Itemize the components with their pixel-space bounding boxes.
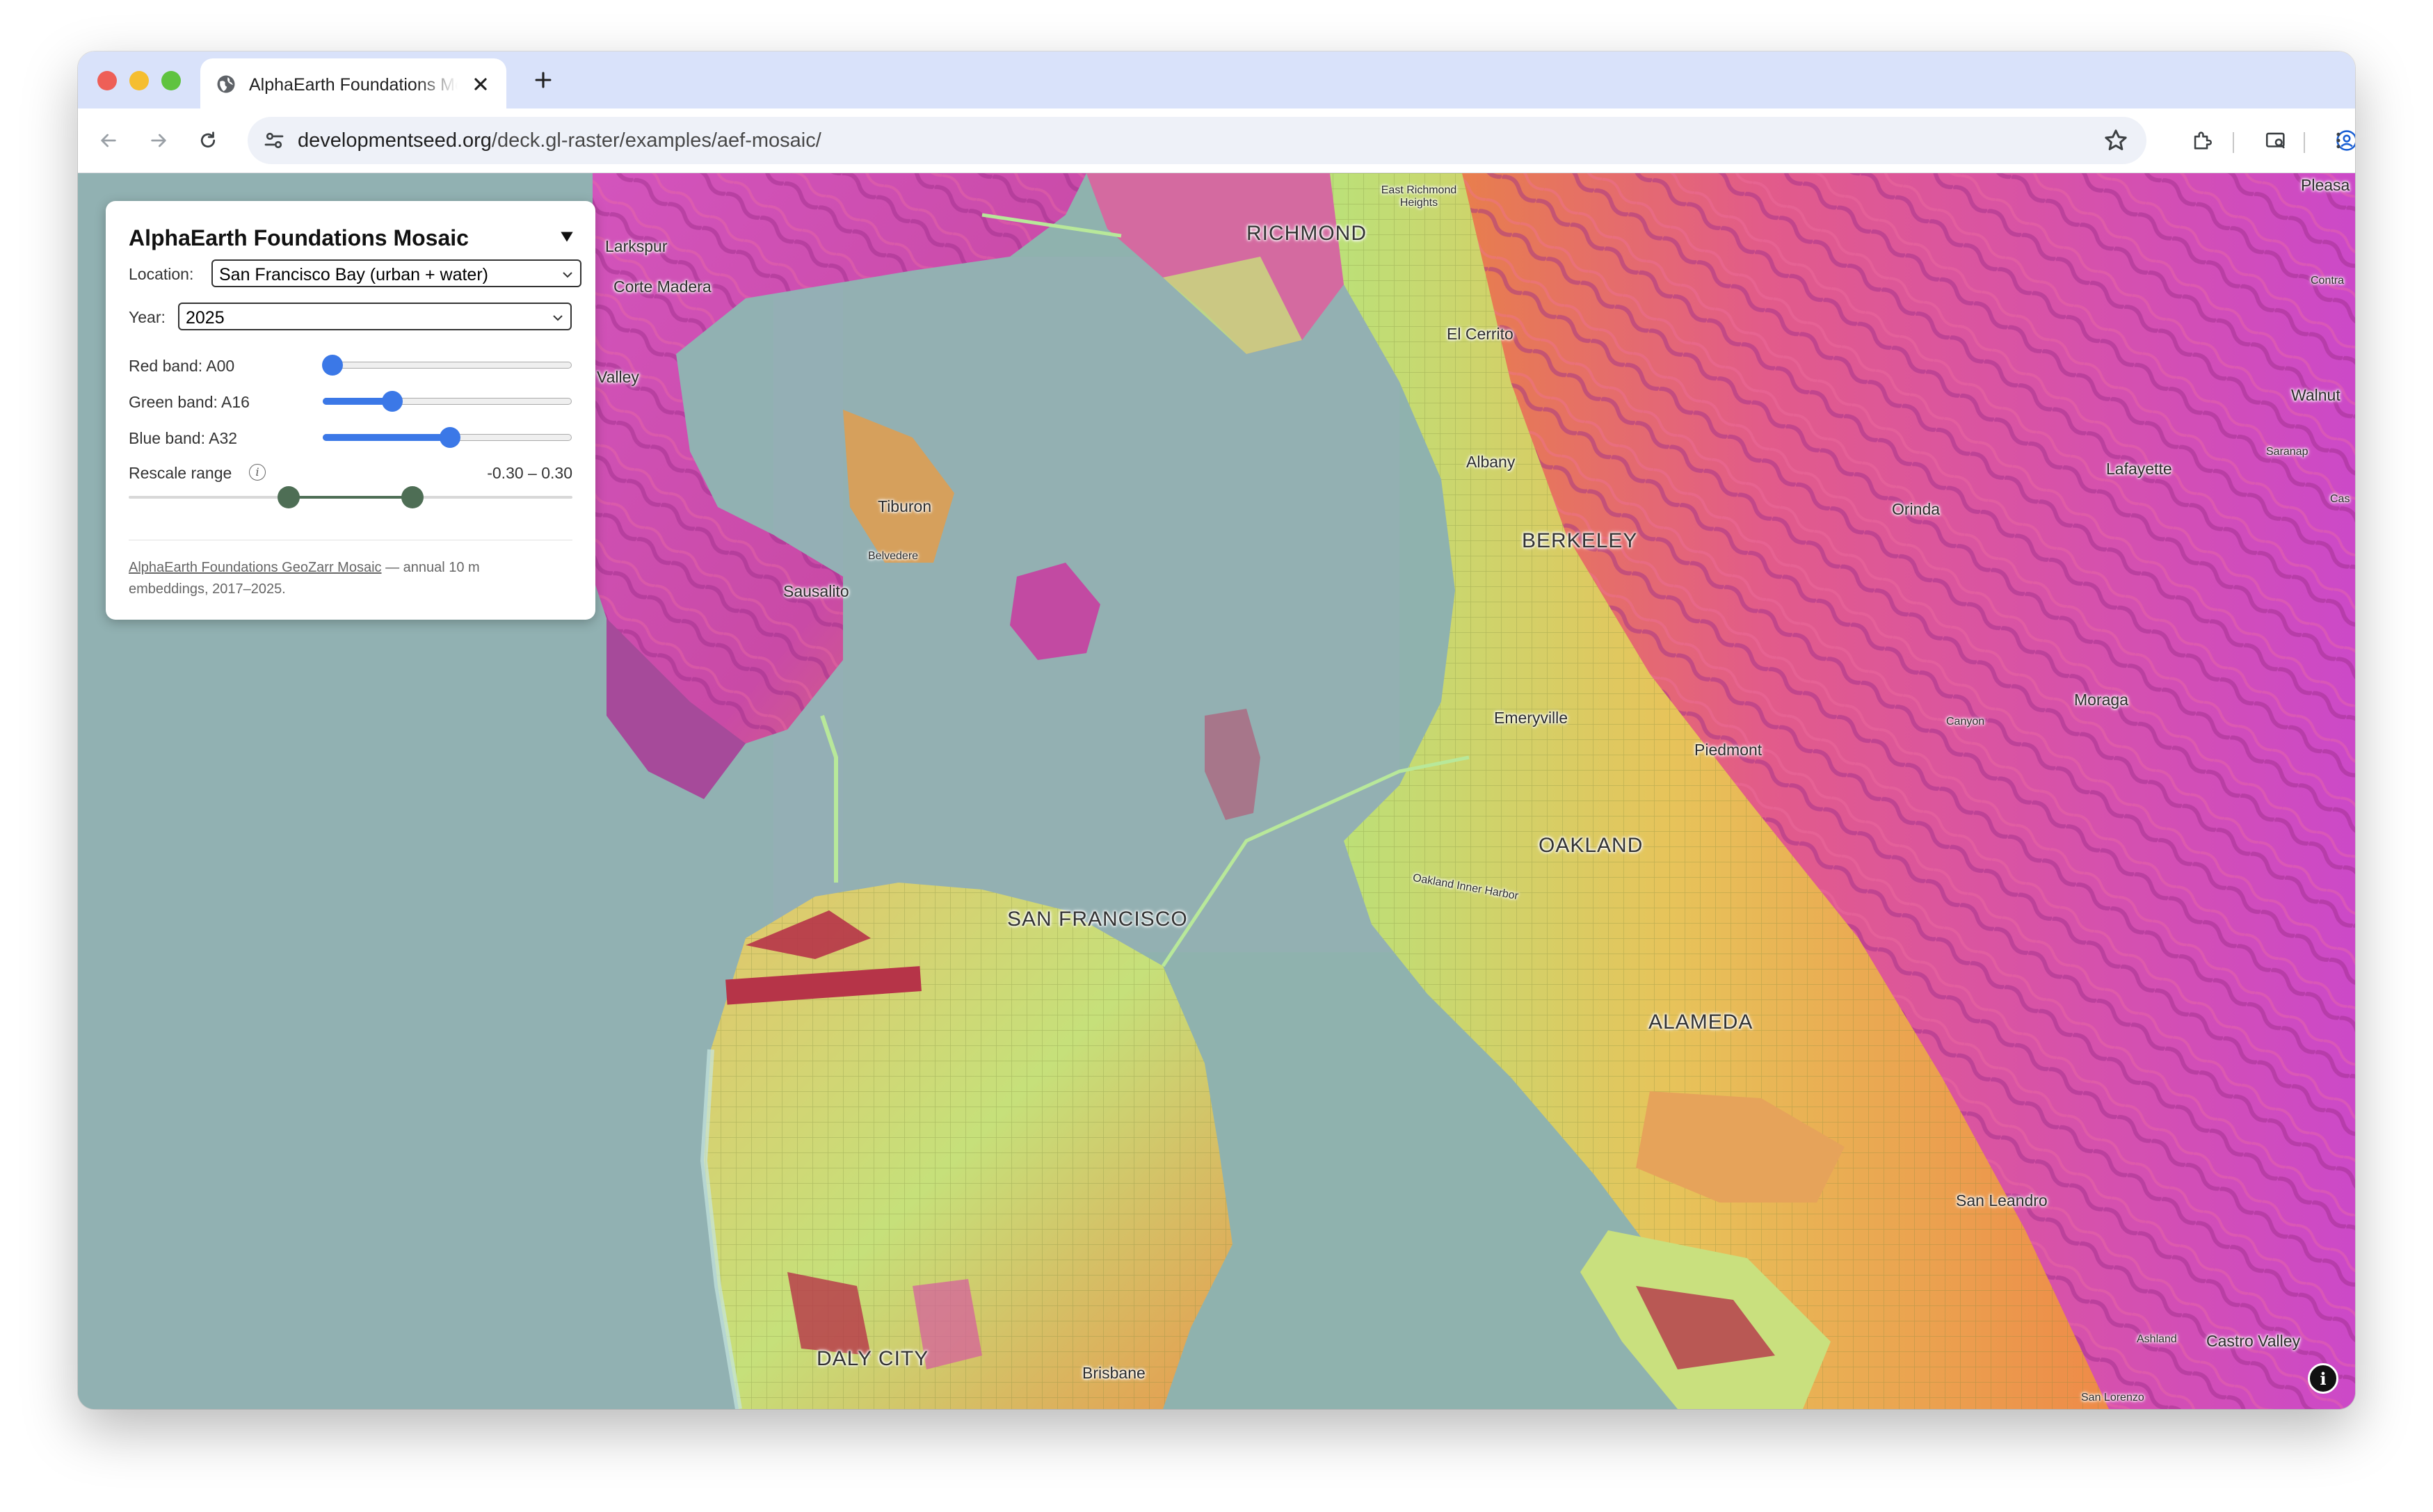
map-label-alameda: ALAMEDA	[1648, 1011, 1753, 1034]
map-label-canyon: Canyon	[1946, 716, 1985, 727]
rescale-range-label: Rescale range	[129, 464, 232, 482]
browser-window: AlphaEarth Foundations Mosaic de	[78, 51, 2355, 1409]
window-minimize-button[interactable]	[129, 71, 149, 90]
slider-thumb[interactable]	[382, 391, 403, 412]
map-label-valley: Valley	[597, 368, 639, 386]
plus-icon[interactable]	[531, 68, 555, 92]
blue-band-slider[interactable]	[323, 424, 572, 451]
map-label-oakland: OAKLAND	[1539, 834, 1644, 857]
slider-track	[323, 362, 572, 369]
slider-thumb[interactable]	[439, 427, 460, 448]
green-band-label: Green band: A16	[129, 393, 250, 411]
map-label-moraga: Moraga	[2074, 691, 2128, 709]
map-label-daly-city: DALY CITY	[817, 1347, 929, 1370]
map-label-corte-madera: Corte Madera	[613, 278, 712, 296]
tab-strip: AlphaEarth Foundations Mosaic	[78, 51, 2355, 108]
map-canvas[interactable]: RICHMOND East Richmond Heights El Cerrit…	[78, 173, 2355, 1409]
forward-button[interactable]	[142, 124, 175, 157]
location-select-value: San Francisco Bay (urban + water)	[219, 265, 488, 284]
map-label-berkeley: BERKELEY	[1522, 529, 1638, 552]
panel-footer: AlphaEarth Foundations GeoZarr Mosaic — …	[129, 557, 560, 600]
range-fill	[288, 496, 413, 499]
map-label-ashland: Ashland	[2137, 1333, 2177, 1345]
attribution-info-button[interactable]: i	[2308, 1363, 2338, 1394]
map-label-san-lorenzo: San Lorenzo	[2081, 1392, 2144, 1404]
url-domain: developmentseed.org	[298, 129, 492, 152]
reload-button[interactable]	[191, 124, 225, 157]
window-close-button[interactable]	[97, 71, 117, 90]
year-label: Year:	[129, 308, 166, 326]
map-label-east-richmond-heights: East Richmond Heights	[1381, 184, 1457, 209]
toolbar-separator	[2233, 132, 2234, 153]
globe-icon	[217, 75, 235, 93]
map-label-lafayette: Lafayette	[2106, 460, 2172, 478]
map-label-saranap: Saranap	[2266, 446, 2308, 458]
map-label-orinda: Orinda	[1892, 500, 1941, 518]
panel-title: AlphaEarth Foundations Mosaic	[129, 225, 469, 250]
blue-band-label: Blue band: A32	[129, 429, 238, 447]
collapse-triangle-icon[interactable]	[558, 227, 576, 246]
range-thumb-low[interactable]	[277, 486, 300, 508]
map-label-richmond: RICHMOND	[1246, 222, 1367, 245]
address-bar[interactable]: developmentseed.org/deck.gl-raster/examp…	[248, 117, 2146, 164]
map-label-brisbane: Brisbane	[1082, 1364, 1146, 1382]
url-path: /deck.gl-raster/examples/aef-mosaic/	[491, 129, 821, 152]
info-icon: i	[2320, 1368, 2327, 1389]
tab-active[interactable]: AlphaEarth Foundations Mosaic	[200, 58, 506, 108]
location-select[interactable]: San Francisco Bay (urban + water)	[211, 259, 581, 287]
map-label-emeryville: Emeryville	[1494, 709, 1568, 727]
back-arrow-icon	[101, 134, 116, 147]
map-label-larkspur: Larkspur	[605, 237, 668, 255]
map-label-san-francisco: SAN FRANCISCO	[1007, 908, 1188, 931]
cast-button[interactable]	[2259, 124, 2293, 157]
map-label-el-cerrito: El Cerrito	[1447, 325, 1513, 343]
red-band-label: Red band: A00	[129, 357, 235, 375]
map-label-san-leandro: San Leandro	[1956, 1191, 2048, 1209]
map-label-sausalito: Sausalito	[783, 582, 849, 600]
url-text: developmentseed.org/deck.gl-raster/examp…	[298, 129, 821, 152]
map-label-albany: Albany	[1466, 453, 1516, 471]
chevron-down-icon	[553, 315, 563, 321]
map-label-cas: Cas	[2330, 493, 2350, 505]
rescale-range-value: -0.30 – 0.30	[487, 464, 572, 482]
browser-toolbar: developmentseed.org/deck.gl-raster/examp…	[78, 108, 2355, 173]
map-label-pleasant: Pleasa	[2301, 176, 2350, 194]
year-select[interactable]: 2025	[178, 303, 572, 330]
location-label: Location:	[129, 265, 194, 283]
reload-icon	[200, 131, 216, 148]
more-icon	[2336, 132, 2340, 149]
map-label-walnut: Walnut	[2291, 386, 2340, 404]
slider-fill	[323, 434, 450, 441]
rescale-range-slider[interactable]	[129, 483, 572, 510]
back-button[interactable]	[92, 124, 125, 157]
map-label-piedmont: Piedmont	[1694, 741, 1762, 759]
extensions-button[interactable]	[2185, 124, 2219, 157]
year-select-value: 2025	[186, 308, 225, 328]
map-label-tiburon: Tiburon	[878, 497, 932, 515]
star-icon[interactable]	[2102, 127, 2130, 154]
range-thumb-high[interactable]	[401, 486, 424, 508]
chevron-down-icon	[563, 272, 572, 278]
map-label-contra: Contra	[2311, 275, 2345, 287]
forward-arrow-icon	[151, 134, 166, 147]
slider-thumb[interactable]	[322, 355, 344, 376]
red-band-slider[interactable]	[322, 351, 572, 379]
toolbar-separator	[2304, 132, 2305, 153]
map-label-castro-valley: Castro Valley	[2206, 1332, 2301, 1350]
control-panel: AlphaEarth Foundations Mosaic Location: …	[106, 201, 595, 620]
window-maximize-button[interactable]	[161, 71, 181, 90]
info-icon[interactable]: i	[249, 464, 266, 481]
green-band-slider[interactable]	[323, 387, 572, 415]
extensions-icon	[2194, 131, 2212, 150]
site-info-icon[interactable]	[262, 128, 287, 153]
cast-icon	[2265, 132, 2285, 149]
more-menu-button[interactable]	[2322, 124, 2355, 157]
footer-link[interactable]: AlphaEarth Foundations GeoZarr Mosaic	[129, 560, 382, 575]
close-icon[interactable]	[469, 72, 492, 96]
tab-title: AlphaEarth Foundations Mosaic	[249, 75, 458, 95]
map-label-belvedere: Belvedere	[868, 550, 919, 562]
